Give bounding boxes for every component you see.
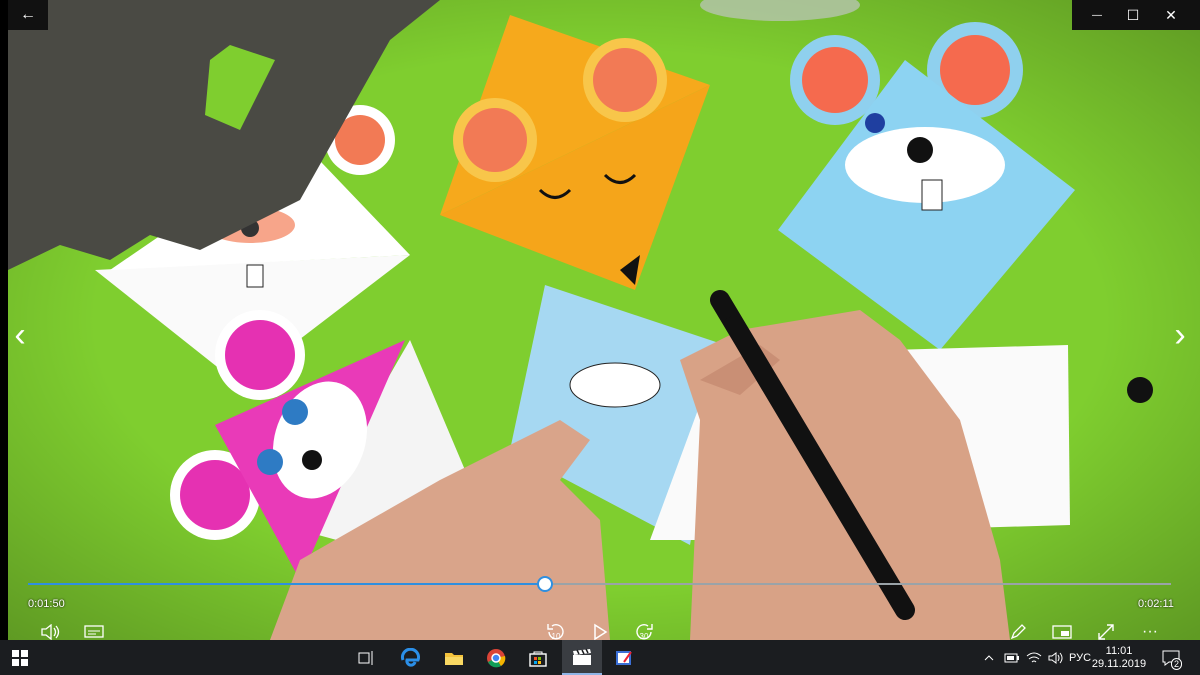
edge-icon <box>401 647 420 667</box>
back-arrow-icon: ← <box>20 6 36 23</box>
seek-progress <box>28 583 546 585</box>
speaker-icon <box>1048 651 1063 664</box>
battery-icon <box>1004 653 1019 662</box>
mini-view-icon <box>1052 625 1072 639</box>
tray-overflow-button[interactable] <box>980 640 998 675</box>
video-frame[interactable] <box>0 0 1200 640</box>
mini-view-button[interactable] <box>1048 622 1076 642</box>
action-center-button[interactable]: 2 <box>1156 640 1186 675</box>
minimize-icon: — <box>1092 9 1102 21</box>
wifi-icon <box>1026 652 1042 662</box>
clock-date: 29.11.2019 <box>1091 657 1147 670</box>
more-options-button[interactable]: ··· <box>1136 622 1164 642</box>
total-time: 0:02:11 <box>1138 598 1174 610</box>
windows-logo-icon <box>12 649 28 666</box>
volume-icon <box>41 624 60 640</box>
pencil-icon <box>1010 624 1026 640</box>
store-button[interactable] <box>518 640 558 675</box>
clock-time: 11:01 <box>1105 644 1133 657</box>
subtitles-icon <box>84 625 104 638</box>
skip-forward-button[interactable]: 30 <box>630 622 658 642</box>
seek-bar[interactable] <box>28 576 1171 592</box>
maximize-icon: ☐ <box>1126 6 1140 23</box>
task-view-icon <box>358 650 373 665</box>
current-time: 0:01:50 <box>28 598 65 610</box>
volume-button[interactable] <box>36 622 64 642</box>
chevron-right-icon: › <box>1174 316 1186 354</box>
paint-button[interactable] <box>604 640 644 675</box>
task-view-button[interactable] <box>345 640 385 675</box>
volume-tray-button[interactable] <box>1046 640 1066 675</box>
previous-button[interactable]: ‹ <box>6 318 34 352</box>
chevron-left-icon: ‹ <box>14 316 26 354</box>
close-button[interactable]: ✕ <box>1148 0 1194 30</box>
fullscreen-icon <box>1098 624 1114 640</box>
file-explorer-button[interactable] <box>434 640 474 675</box>
skip-back-button[interactable]: 10 <box>542 622 570 642</box>
clock[interactable]: 11:01 29.11.2019 <box>1091 640 1147 675</box>
movies-tv-button[interactable] <box>562 640 602 675</box>
folder-icon <box>445 652 463 665</box>
store-bag-icon <box>529 651 547 667</box>
chevron-up-icon <box>984 654 994 660</box>
edge-button[interactable] <box>390 640 430 675</box>
back-button[interactable]: ← <box>8 0 48 30</box>
chrome-button[interactable] <box>476 640 516 675</box>
play-button[interactable] <box>586 622 614 642</box>
next-button[interactable]: › <box>1166 318 1194 352</box>
seek-thumb[interactable] <box>537 576 554 592</box>
language-indicator[interactable]: РУС <box>1068 640 1092 675</box>
fullscreen-button[interactable] <box>1092 622 1120 642</box>
battery-indicator[interactable] <box>1002 640 1022 675</box>
video-scene <box>0 0 1200 640</box>
more-icon: ··· <box>1142 623 1158 640</box>
play-icon <box>594 623 608 641</box>
subtitles-button[interactable] <box>80 622 108 642</box>
close-icon: ✕ <box>1165 6 1177 23</box>
network-indicator[interactable] <box>1024 640 1044 675</box>
notification-count: 2 <box>1170 658 1182 670</box>
clapperboard-icon <box>573 648 591 665</box>
paint-icon <box>616 650 632 665</box>
taskbar: РУС 11:01 29.11.2019 2 <box>0 640 1200 675</box>
start-button[interactable] <box>0 640 40 675</box>
chrome-icon <box>487 648 506 667</box>
edit-button[interactable] <box>1004 622 1032 642</box>
